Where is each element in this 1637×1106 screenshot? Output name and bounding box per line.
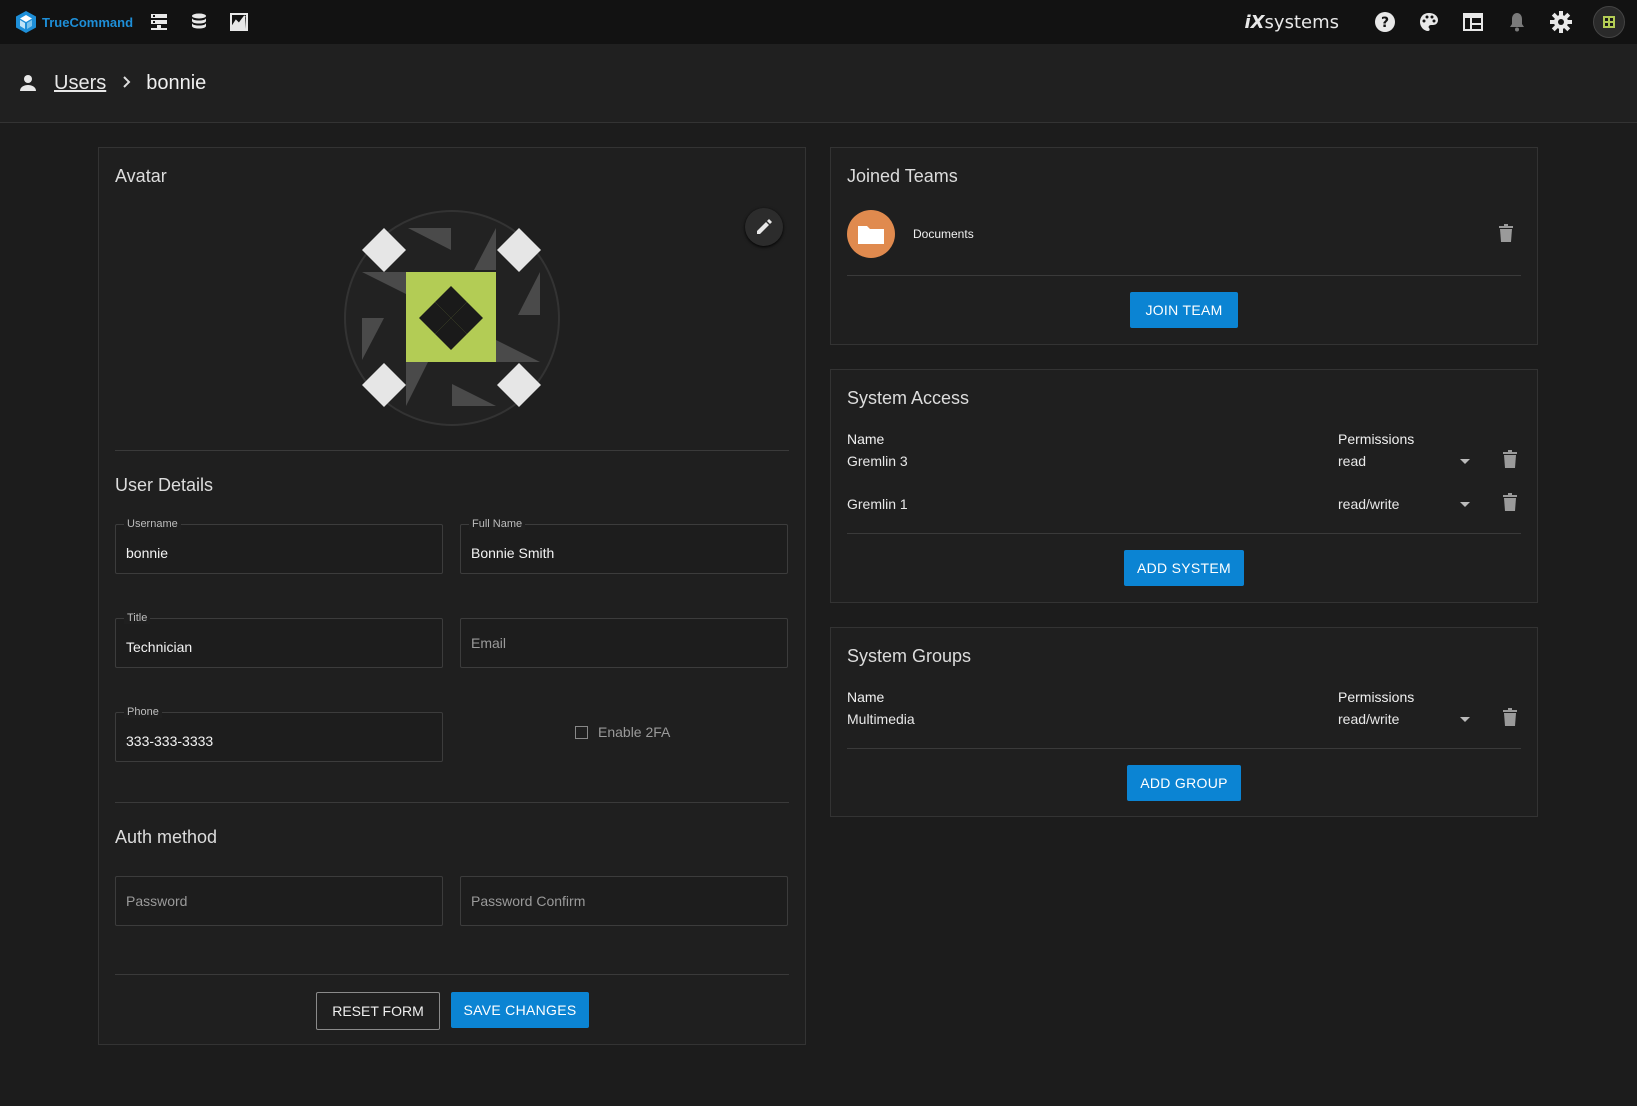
team-avatar <box>847 210 895 258</box>
chevron-right-icon <box>122 73 132 94</box>
permission-value: read/write <box>1338 711 1400 727</box>
system-access-delete-trash-icon[interactable] <box>1503 450 1519 470</box>
svg-text:?: ? <box>1381 15 1389 31</box>
add-group-button[interactable]: ADD GROUP <box>1127 765 1241 801</box>
ixsystems-logo[interactable]: iXsystems <box>1244 12 1339 33</box>
team-list-item[interactable]: Documents <box>847 210 1521 260</box>
system-access-permission-select[interactable]: read <box>1338 450 1470 472</box>
help-icon[interactable]: ? <box>1373 10 1397 34</box>
chevron-down-icon <box>1460 717 1470 722</box>
add-system-button[interactable]: ADD SYSTEM <box>1124 550 1244 586</box>
phone-label: Phone <box>124 706 162 718</box>
breadcrumb: Users bonnie <box>0 44 1637 123</box>
system-access-panel: System Access Name Permissions Gremlin 3… <box>830 369 1538 603</box>
palette-icon[interactable] <box>1417 10 1441 34</box>
title-value: Technician <box>126 639 193 655</box>
truecommand-logo-icon <box>14 10 38 34</box>
system-group-delete-trash-icon[interactable] <box>1503 708 1519 728</box>
phone-value: 333-333-3333 <box>126 733 214 749</box>
chevron-down-icon <box>1460 502 1470 507</box>
system-groups-name-header: Name <box>847 689 885 705</box>
settings-gear-icon[interactable] <box>1549 10 1573 34</box>
system-groups-panel: System Groups Name Permissions Multimedi… <box>830 627 1538 817</box>
system-access-permissions-header: Permissions <box>1338 431 1415 447</box>
save-changes-button[interactable]: SAVE CHANGES <box>451 992 589 1028</box>
user-details-title: User Details <box>115 475 214 495</box>
fullname-label: Full Name <box>469 518 526 530</box>
email-field[interactable]: Email <box>460 618 788 668</box>
pencil-icon <box>757 219 772 234</box>
system-group-row-name: Multimedia <box>847 711 915 727</box>
brand-name: TrueCommand <box>42 14 134 30</box>
brand-logo[interactable]: TrueCommand <box>14 10 133 34</box>
reset-form-button[interactable]: RESET FORM <box>316 992 440 1030</box>
person-icon <box>16 71 40 95</box>
enable-2fa-label: Enable 2FA <box>598 724 671 740</box>
fullname-field[interactable]: Full Name Bonnie Smith <box>460 518 788 574</box>
auth-divider <box>115 974 789 975</box>
system-access-name-header: Name <box>847 431 885 447</box>
user-profile-panel: Avatar User Details Username bonnie Full… <box>98 147 806 1045</box>
password-confirm-field[interactable]: Password Confirm <box>460 876 788 926</box>
reports-chart-icon[interactable] <box>227 10 251 34</box>
auth-method-title: Auth method <box>115 827 218 847</box>
system-access-row-name: Gremlin 3 <box>847 453 908 469</box>
password-field[interactable]: Password <box>115 876 443 926</box>
system-access-divider <box>847 533 1521 534</box>
avatar-section-title: Avatar <box>115 166 167 186</box>
system-groups-permissions-header: Permissions <box>1338 689 1415 705</box>
system-group-permission-select[interactable]: read/write <box>1338 708 1470 730</box>
joined-teams-title: Joined Teams <box>847 166 958 186</box>
system-groups-title: System Groups <box>847 646 972 666</box>
avatar-image <box>344 210 560 426</box>
username-field[interactable]: Username bonnie <box>115 518 443 574</box>
password-confirm-placeholder: Password Confirm <box>471 893 586 909</box>
chevron-down-icon <box>1460 459 1470 464</box>
system-access-delete-trash-icon[interactable] <box>1503 493 1519 513</box>
phone-field[interactable]: Phone 333-333-3333 <box>115 706 443 762</box>
breadcrumb-current: bonnie <box>146 71 207 94</box>
edit-avatar-button[interactable] <box>745 208 783 246</box>
username-value: bonnie <box>126 545 169 561</box>
checkbox-icon <box>575 725 588 739</box>
username-label: Username <box>124 518 181 530</box>
identicon-small-icon <box>1603 16 1615 28</box>
join-team-button[interactable]: JOIN TEAM <box>1130 292 1238 328</box>
fullname-value: Bonnie Smith <box>471 545 555 561</box>
permission-value: read/write <box>1338 496 1400 512</box>
folder-icon <box>858 226 884 244</box>
enable-2fa-checkbox[interactable]: Enable 2FA <box>575 724 670 740</box>
joined-teams-panel: Joined Teams Documents JOIN TEAM <box>830 147 1538 345</box>
storage-icon[interactable] <box>187 10 211 34</box>
password-placeholder: Password <box>126 893 188 909</box>
email-placeholder: Email <box>471 635 507 651</box>
teams-divider <box>847 275 1521 276</box>
permission-value: read <box>1338 453 1367 469</box>
system-access-permission-select[interactable]: read/write <box>1338 493 1470 515</box>
top-bar: TrueCommand iXsystems ? <box>0 0 1637 44</box>
details-divider <box>115 802 789 803</box>
title-field[interactable]: Title Technician <box>115 612 443 668</box>
notifications-bell-icon[interactable] <box>1505 10 1529 34</box>
servers-icon[interactable] <box>147 10 171 34</box>
avatar-divider <box>115 450 789 451</box>
team-name: Documents <box>913 227 974 241</box>
system-access-row-name: Gremlin 1 <box>847 496 908 512</box>
dashboard-layout-icon[interactable] <box>1461 10 1485 34</box>
breadcrumb-users-link[interactable]: Users <box>54 72 106 95</box>
user-avatar-menu[interactable] <box>1593 6 1625 38</box>
team-delete-trash-icon[interactable] <box>1499 224 1513 247</box>
system-access-title: System Access <box>847 388 970 408</box>
system-groups-divider <box>847 748 1521 749</box>
title-label: Title <box>124 612 151 624</box>
